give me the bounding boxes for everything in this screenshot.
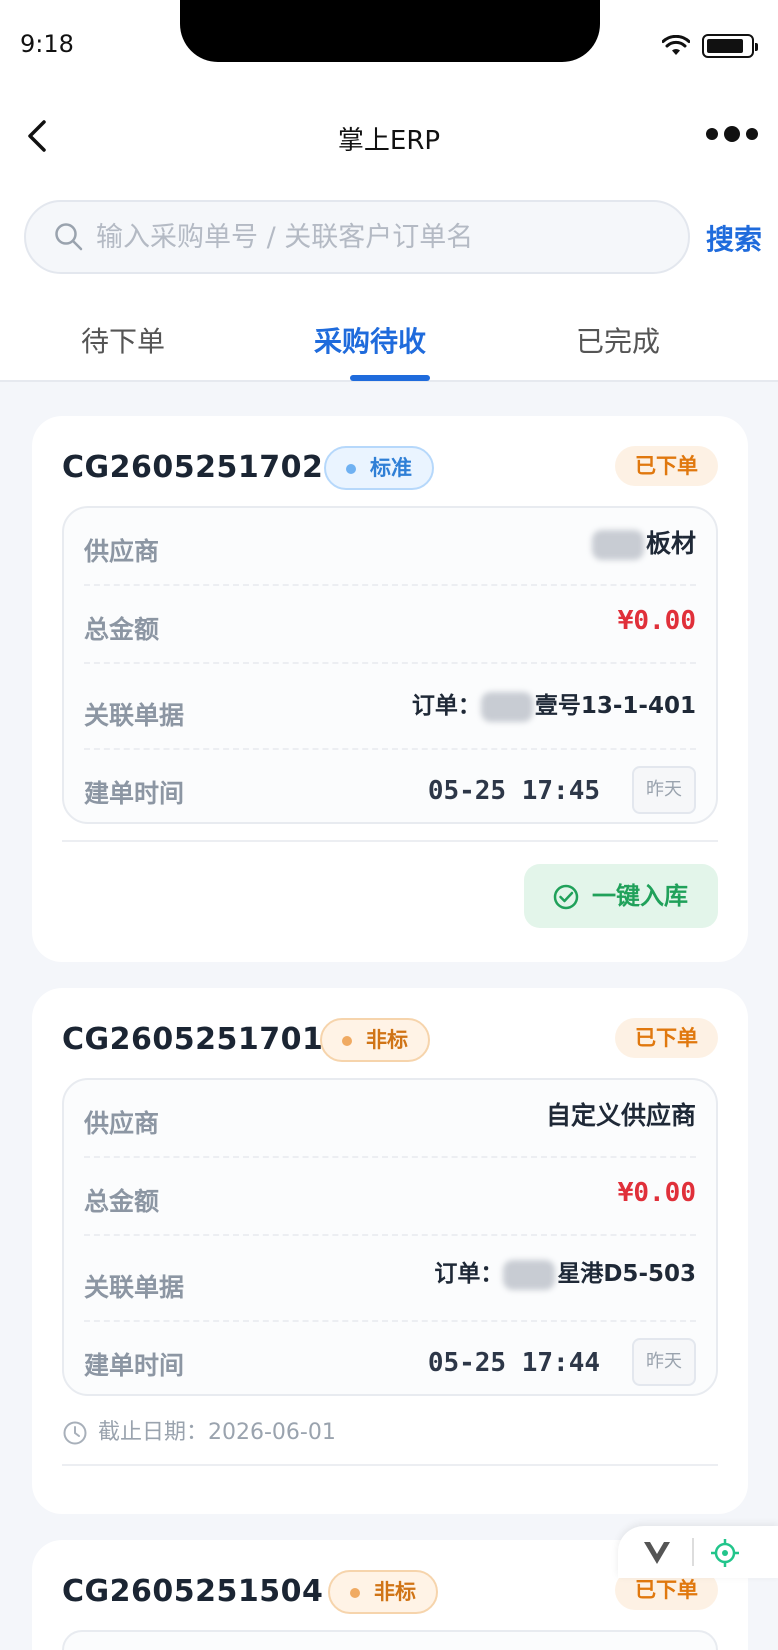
status-icons: [662, 34, 758, 58]
order-card[interactable]: CG2605251702 标准 已下单 供应商 板材 总金额 ¥0.00 关联单…: [32, 416, 748, 962]
status-time: 9:18: [20, 30, 74, 58]
card-divider: [62, 1464, 718, 1466]
amount-row: 总金额 ¥0.00: [84, 586, 696, 664]
related-label: 关联单据: [84, 1273, 185, 1302]
order-number: CG2605251701: [62, 1022, 324, 1057]
related-value[interactable]: 订单： 壹号13-1-401: [412, 686, 696, 722]
created-row: 建单时间 05-25 17:45 昨天: [84, 750, 696, 830]
order-number: CG2605251504: [62, 1574, 324, 1609]
order-number: CG2605251702: [62, 450, 324, 485]
clock-icon: [63, 1421, 87, 1445]
search-box[interactable]: [24, 200, 690, 274]
status-tabs: 待下单 采购待收 已完成: [0, 282, 778, 382]
type-tag: 非标: [328, 1570, 438, 1614]
created-label: 建单时间: [84, 779, 185, 808]
page-title: 掌上ERP: [337, 126, 441, 156]
day-badge: 昨天: [632, 766, 696, 814]
related-row: 关联单据 订单： 星港D5-503: [84, 1236, 696, 1322]
nav-bar: 掌上ERP: [0, 90, 778, 182]
battery-fill: [707, 39, 743, 53]
amount-label: 总金额: [84, 1187, 160, 1216]
day-badge: 昨天: [632, 1338, 696, 1386]
redacted-text: [503, 1259, 556, 1290]
amount-value: ¥0.00: [617, 1178, 696, 1208]
status-badge: 已下单: [615, 1018, 718, 1058]
tab-completed[interactable]: 已完成: [488, 320, 748, 360]
redacted-text: [591, 530, 644, 560]
device-notch: [180, 0, 600, 62]
floating-toolbar[interactable]: [618, 1526, 778, 1578]
status-badge: 已下单: [615, 446, 718, 486]
card-header: CG2605251702 标准 已下单: [62, 446, 718, 490]
card-header: CG2605251701 非标 已下单: [62, 1018, 718, 1062]
deadline-text: 截止日期：2026-06-01: [98, 1420, 336, 1445]
created-value: 05-25 17:45: [427, 776, 600, 806]
type-tag: 标准: [324, 446, 434, 490]
toolbar-separator: [692, 1538, 694, 1566]
wifi-icon: [662, 35, 690, 55]
supplier-row: 供应商 板材: [84, 508, 696, 586]
search-button[interactable]: 搜索: [706, 218, 762, 258]
created-label: 建单时间: [84, 1351, 185, 1380]
battery-icon: [702, 34, 758, 58]
search-row: 搜索: [0, 182, 778, 282]
supplier-label: 供应商: [84, 537, 160, 566]
check-circle-icon: [553, 884, 579, 910]
created-value: 05-25 17:44: [427, 1348, 600, 1378]
related-value[interactable]: 订单： 星港D5-503: [434, 1254, 696, 1290]
redacted-text: [480, 691, 533, 722]
type-tag: 非标: [320, 1018, 430, 1062]
supplier-label: 供应商: [84, 1109, 160, 1138]
vue-devtools-icon[interactable]: [642, 1540, 672, 1566]
one-click-stock-label: 一键入库: [592, 882, 688, 910]
tab-pending-receipt[interactable]: 采购待收: [240, 320, 500, 360]
search-input[interactable]: [96, 202, 676, 272]
amount-value: ¥0.00: [617, 606, 696, 636]
search-icon: [55, 223, 83, 251]
order-info: 供应商 自定义供应商 总金额 ¥0.00 关联单据 订单： 星港D5-503 建单…: [62, 1078, 718, 1396]
related-label: 关联单据: [84, 701, 185, 730]
target-icon[interactable]: [710, 1538, 740, 1568]
more-options-icon[interactable]: [706, 126, 758, 142]
created-row: 建单时间 05-25 17:44 昨天: [84, 1322, 696, 1402]
status-bar: 9:18: [0, 0, 778, 90]
supplier-value: 自定义供应商: [545, 1101, 696, 1130]
supplier-value: 板材: [591, 524, 696, 560]
tab-pending-order[interactable]: 待下单: [0, 320, 253, 360]
amount-label: 总金额: [84, 615, 160, 644]
related-row: 关联单据 订单： 壹号13-1-401: [84, 664, 696, 750]
order-card[interactable]: CG2605251701 非标 已下单 供应商 自定义供应商 总金额 ¥0.00…: [32, 988, 748, 1514]
card-divider: [62, 840, 718, 842]
order-info: [62, 1630, 718, 1650]
supplier-row: 供应商 自定义供应商: [84, 1080, 696, 1158]
amount-row: 总金额 ¥0.00: [84, 1158, 696, 1236]
order-info: 供应商 板材 总金额 ¥0.00 关联单据 订单： 壹号13-1-401 建单时间…: [62, 506, 718, 824]
deadline: 截止日期：2026-06-01: [62, 1414, 336, 1446]
active-tab-indicator: [350, 375, 430, 381]
one-click-stock-button[interactable]: 一键入库: [524, 864, 718, 928]
